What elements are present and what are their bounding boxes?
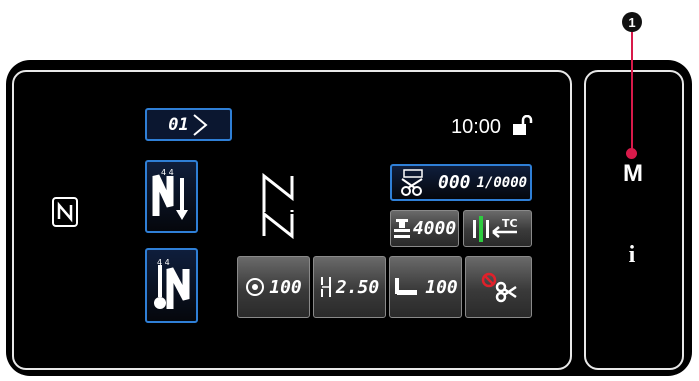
presser-foot-icon xyxy=(395,278,418,295)
information-key[interactable]: i xyxy=(624,242,640,270)
end-backtack-button[interactable]: 4 4 xyxy=(145,248,198,323)
nfc-icon xyxy=(52,197,78,227)
counter-value: 000 xyxy=(438,172,471,193)
svg-text:4 4: 4 4 xyxy=(161,168,174,177)
start-backtack-icon: 4 4 xyxy=(152,168,188,220)
pattern-number: 01 xyxy=(168,114,189,135)
tc-label: TC xyxy=(502,217,518,230)
start-backtack-button[interactable]: 4 4 xyxy=(145,160,198,233)
counter-scissors-icon xyxy=(401,168,423,196)
stitch-length-icon xyxy=(320,277,331,297)
presser-foot-button[interactable]: 100 xyxy=(389,256,462,318)
callout-leader-line xyxy=(631,24,633,152)
bobbin-counter-value: 4000 xyxy=(412,218,457,239)
sewing-counter-button[interactable]: 000 1/0000 xyxy=(390,164,532,201)
stitch-length-value: 2.50 xyxy=(335,276,380,298)
stitch-length-button[interactable]: 2.50 xyxy=(313,256,386,318)
thread-tension-value: 100 xyxy=(269,276,302,298)
counter-sub-value: 1/0000 xyxy=(476,174,528,191)
thread-tension-button[interactable]: 100 xyxy=(237,256,310,318)
thread-clamp-icon: TC xyxy=(472,215,518,242)
diamond-arrow-icon xyxy=(193,113,208,136)
clock-time: 10:00 xyxy=(451,116,502,138)
unlock-icon[interactable] xyxy=(511,115,533,137)
callout-dot xyxy=(626,148,637,159)
sewing-pattern-button[interactable]: 01 xyxy=(145,108,232,141)
callout-number: 1 xyxy=(622,12,642,32)
thread-tension-icon xyxy=(246,278,265,296)
end-backtack-icon: 4 4 xyxy=(153,258,189,309)
presser-foot-value: 100 xyxy=(425,276,458,298)
thread-trim-prohibited-icon xyxy=(481,272,517,303)
thread-clamp-button[interactable]: TC xyxy=(463,210,532,247)
bobbin-counter-button[interactable]: 4000 xyxy=(390,210,459,247)
mode-key[interactable]: M xyxy=(620,160,646,187)
svg-text:4 4: 4 4 xyxy=(157,258,170,267)
side-key-panel xyxy=(584,70,684,370)
stitch-pattern-graphic xyxy=(262,172,294,240)
bobbin-icon xyxy=(393,218,410,238)
thread-trim-prohibit-button[interactable] xyxy=(465,256,532,318)
